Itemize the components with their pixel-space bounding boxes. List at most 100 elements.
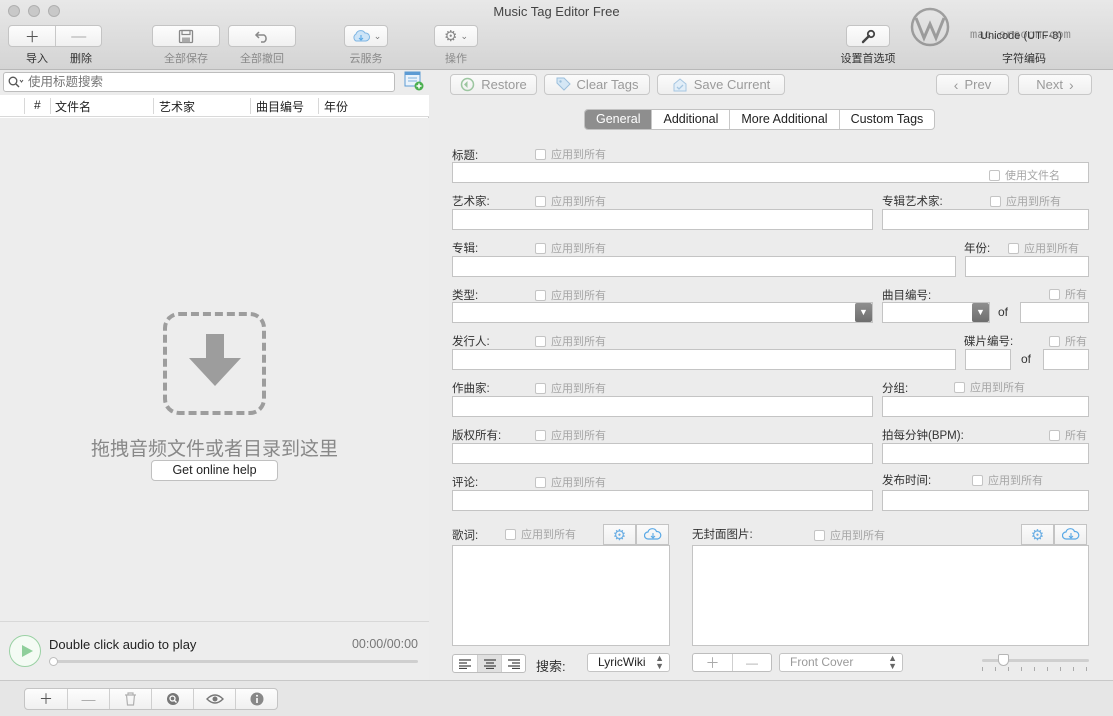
album-artist-apply-all-checkbox[interactable]: 应用到所有 [990, 193, 1061, 209]
add-cover-button[interactable]: ＋ [693, 654, 732, 671]
actions-button[interactable]: ⚙ ⌄ [434, 25, 478, 47]
cover-zoom-slider[interactable] [982, 654, 1089, 671]
comment-apply-all-checkbox[interactable]: 应用到所有 [535, 474, 606, 490]
next-button[interactable]: Next › [1018, 74, 1092, 95]
lyrics-settings-button[interactable]: ⚙ [603, 524, 636, 545]
add-list-icon[interactable] [404, 71, 424, 91]
revert-all-button[interactable] [228, 25, 296, 47]
composer-input[interactable] [452, 396, 873, 417]
album-apply-all-checkbox[interactable]: 应用到所有 [535, 240, 606, 256]
comment-input[interactable] [452, 490, 873, 511]
lyrics-search-label: 搜索: [536, 659, 566, 674]
chevron-down-icon[interactable]: ▼ [972, 303, 989, 322]
grouping-apply-all-checkbox[interactable]: 应用到所有 [954, 379, 1025, 395]
prev-button[interactable]: ‹ Prev [936, 74, 1009, 95]
align-center-button[interactable] [477, 655, 501, 672]
search-icon [8, 76, 24, 91]
column-filename[interactable]: 文件名 [51, 98, 91, 114]
cover-download-button[interactable] [1054, 524, 1087, 545]
eye-icon [205, 694, 224, 704]
title-apply-all-checkbox[interactable]: 应用到所有 [535, 146, 606, 162]
tab-general[interactable]: General [585, 110, 652, 129]
add-file-button[interactable]: ＋ [25, 689, 67, 709]
composer-apply-all-checkbox[interactable]: 应用到所有 [535, 380, 606, 396]
bpm-all-checkbox[interactable]: 所有 [1049, 427, 1087, 443]
column-year[interactable]: 年份 [320, 98, 348, 114]
watermark-text: mac.orsoon.com [970, 28, 1071, 42]
year-input[interactable] [965, 256, 1089, 277]
cloud-service-button[interactable]: ⌄ [344, 25, 388, 47]
track-total-input[interactable] [1020, 302, 1089, 323]
tab-additional[interactable]: Additional [651, 110, 729, 129]
trash-button[interactable] [109, 689, 151, 709]
plus-icon: ＋ [39, 691, 53, 707]
play-button[interactable] [9, 635, 41, 667]
artist-input[interactable] [452, 209, 873, 230]
cover-type-select[interactable]: Front Cover ▲ ▼ [779, 653, 903, 672]
updown-arrows-icon: ▲ ▼ [888, 653, 897, 671]
progress-knob[interactable] [49, 657, 58, 666]
bpm-input[interactable] [882, 443, 1089, 464]
cover-image-well[interactable] [692, 545, 1089, 646]
cover-settings-button[interactable]: ⚙ [1021, 524, 1054, 545]
grouping-input[interactable] [882, 396, 1089, 417]
column-track-number[interactable]: 曲目编号 [252, 98, 304, 114]
use-filename-checkbox[interactable]: 使用文件名 [989, 167, 1060, 183]
album-artist-input[interactable] [882, 209, 1089, 230]
save-current-button[interactable]: Save Current [657, 74, 785, 95]
watermark-logo [910, 7, 950, 47]
artist-label: 艺术家: [452, 196, 490, 208]
genre-combobox[interactable]: ▼ [452, 302, 873, 323]
release-time-apply-all-checkbox[interactable]: 应用到所有 [972, 472, 1043, 488]
lyrics-source-select[interactable]: LyricWiki ▲ ▼ [587, 653, 670, 672]
cover-apply-all-checkbox[interactable]: 应用到所有 [814, 527, 885, 543]
lyrics-apply-all-checkbox[interactable]: 应用到所有 [505, 526, 576, 542]
preferences-button[interactable] [846, 25, 890, 47]
column-artist[interactable]: 艺术家 [155, 98, 195, 114]
copyright-input[interactable] [452, 443, 873, 464]
cloud-label: 云服务 [349, 53, 383, 65]
title-label: 标题: [452, 150, 479, 162]
clear-tags-button[interactable]: Clear Tags [544, 74, 650, 95]
drop-area[interactable]: 拖拽音频文件或者目录到这里 Get online help [0, 118, 429, 621]
info-button[interactable] [235, 689, 277, 709]
player-status: Double click audio to play [49, 637, 197, 652]
album-input[interactable] [452, 256, 956, 277]
track-all-checkbox[interactable]: 所有 [1049, 286, 1087, 302]
align-left-button[interactable] [453, 655, 477, 672]
minus-icon: — [71, 27, 87, 45]
year-apply-all-checkbox[interactable]: 应用到所有 [1008, 240, 1079, 256]
disc-number-input[interactable] [965, 349, 1011, 370]
playback-progress-slider[interactable] [49, 657, 418, 666]
column-number[interactable]: # [30, 98, 41, 114]
save-all-button[interactable] [152, 25, 220, 47]
get-online-help-button[interactable]: Get online help [151, 460, 278, 481]
preview-button[interactable] [193, 689, 235, 709]
artist-apply-all-checkbox[interactable]: 应用到所有 [535, 193, 606, 209]
tab-more-additional[interactable]: More Additional [729, 110, 838, 129]
tab-custom-tags[interactable]: Custom Tags [838, 110, 935, 129]
publisher-apply-all-checkbox[interactable]: 应用到所有 [535, 333, 606, 349]
search-field[interactable] [3, 72, 395, 92]
copyright-apply-all-checkbox[interactable]: 应用到所有 [535, 427, 606, 443]
align-right-button[interactable] [501, 655, 525, 672]
title-input[interactable]: 使用文件名 [452, 162, 1089, 183]
chevron-down-icon[interactable]: ▼ [855, 303, 872, 322]
genre-apply-all-checkbox[interactable]: 应用到所有 [535, 287, 606, 303]
remove-cover-button[interactable]: — [732, 654, 771, 671]
find-button[interactable] [151, 689, 193, 709]
preferences-label: 设置首选项 [840, 53, 896, 65]
zoom-slider-knob[interactable] [998, 654, 1010, 666]
disc-all-checkbox[interactable]: 所有 [1049, 333, 1087, 349]
import-button[interactable]: ＋ [9, 26, 55, 46]
lyrics-textarea[interactable] [452, 545, 670, 646]
delete-button[interactable]: — [55, 26, 101, 46]
lyrics-download-button[interactable] [636, 524, 669, 545]
disc-total-input[interactable] [1043, 349, 1089, 370]
track-number-combobox[interactable]: ▼ [882, 302, 990, 323]
publisher-input[interactable] [452, 349, 956, 370]
remove-file-button[interactable]: — [67, 689, 109, 709]
restore-button[interactable]: Restore [450, 74, 537, 95]
search-input[interactable] [28, 74, 388, 90]
release-time-input[interactable] [882, 490, 1089, 511]
